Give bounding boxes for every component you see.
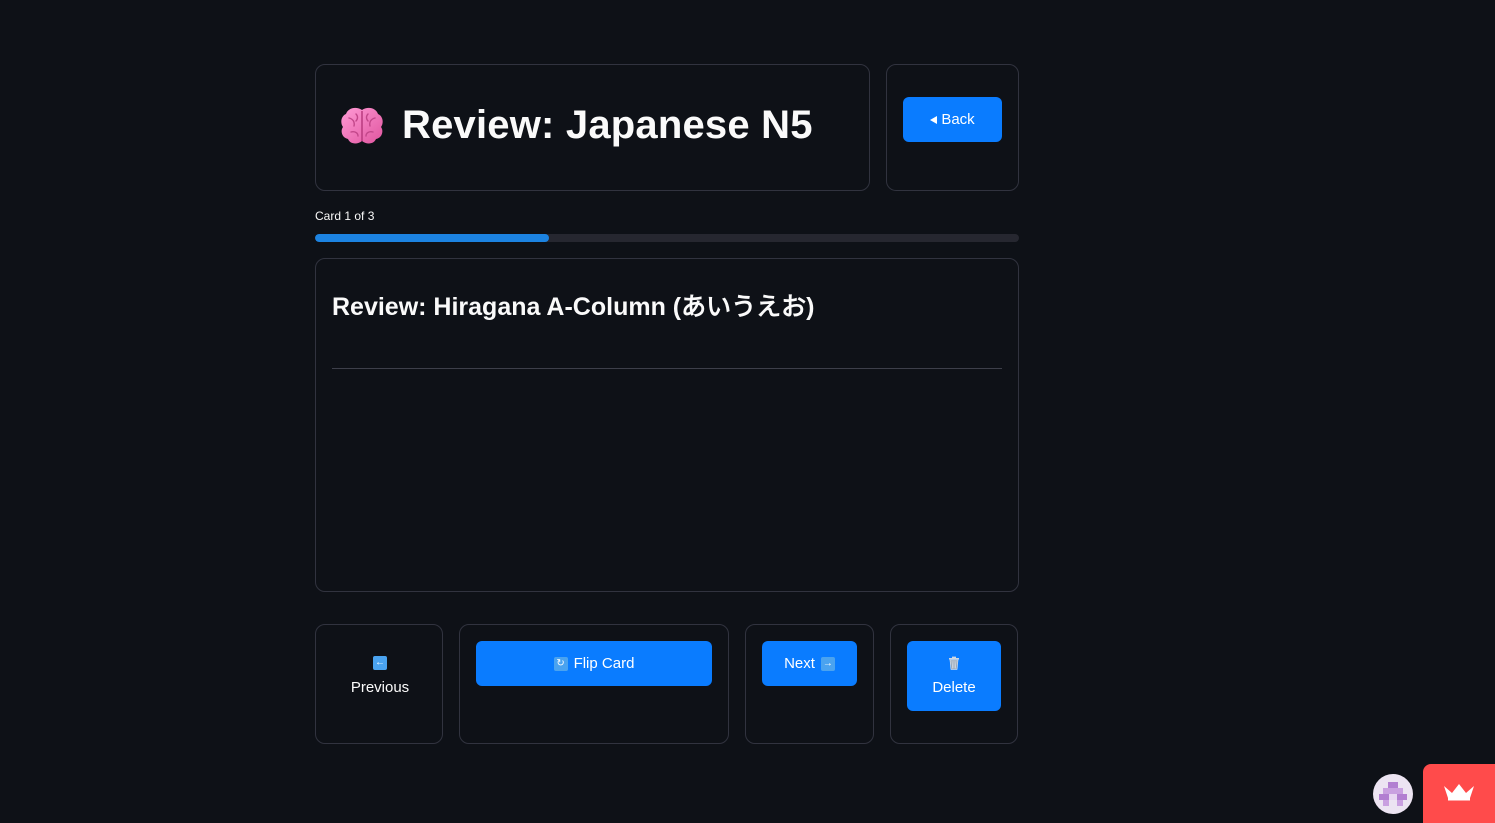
flip-panel: ↻ Flip Card [459, 624, 729, 744]
page-title: Review: Japanese N5 [402, 103, 813, 147]
card-title: Review: Hiragana A-Column (あいうえお) [332, 293, 815, 321]
back-button[interactable]: Back [903, 97, 1002, 142]
back-panel: Back [886, 64, 1019, 191]
progress-bar-fill [315, 234, 550, 242]
flashcard[interactable]: Review: Hiragana A-Column (あいうえお) [315, 258, 1019, 592]
previous-button[interactable]: ← Previous [332, 641, 428, 711]
progress-label: Card 1 of 3 [315, 209, 375, 223]
flip-arrows-icon: ↻ [553, 656, 568, 671]
flip-card-button-label: Flip Card [573, 655, 635, 672]
back-button-label: Back [941, 111, 975, 128]
delete-panel: Delete [890, 624, 1018, 744]
next-button[interactable]: Next → [762, 641, 857, 686]
brain-icon [338, 104, 386, 148]
progress-bar [315, 234, 1019, 242]
delete-button[interactable]: Delete [907, 641, 1001, 711]
right-arrow-icon: → [820, 656, 835, 671]
next-button-label: Next [784, 655, 815, 672]
previous-panel: ← Previous [315, 624, 443, 744]
card-divider [332, 368, 1002, 369]
flip-card-button[interactable]: ↻ Flip Card [476, 641, 712, 686]
trash-icon [947, 656, 961, 670]
left-arrow-icon: ← [373, 656, 387, 670]
streamlit-badge[interactable] [1423, 764, 1495, 823]
app-page: Review: Japanese N5 Back Card 1 of 3 Rev… [0, 0, 1495, 823]
avatar[interactable] [1373, 774, 1413, 814]
previous-button-label: Previous [350, 679, 410, 696]
delete-button-label: Delete [932, 679, 976, 696]
title-panel: Review: Japanese N5 [315, 64, 870, 191]
crown-icon [1442, 780, 1476, 807]
triangle-left-icon [930, 115, 938, 124]
next-panel: Next → [745, 624, 874, 744]
